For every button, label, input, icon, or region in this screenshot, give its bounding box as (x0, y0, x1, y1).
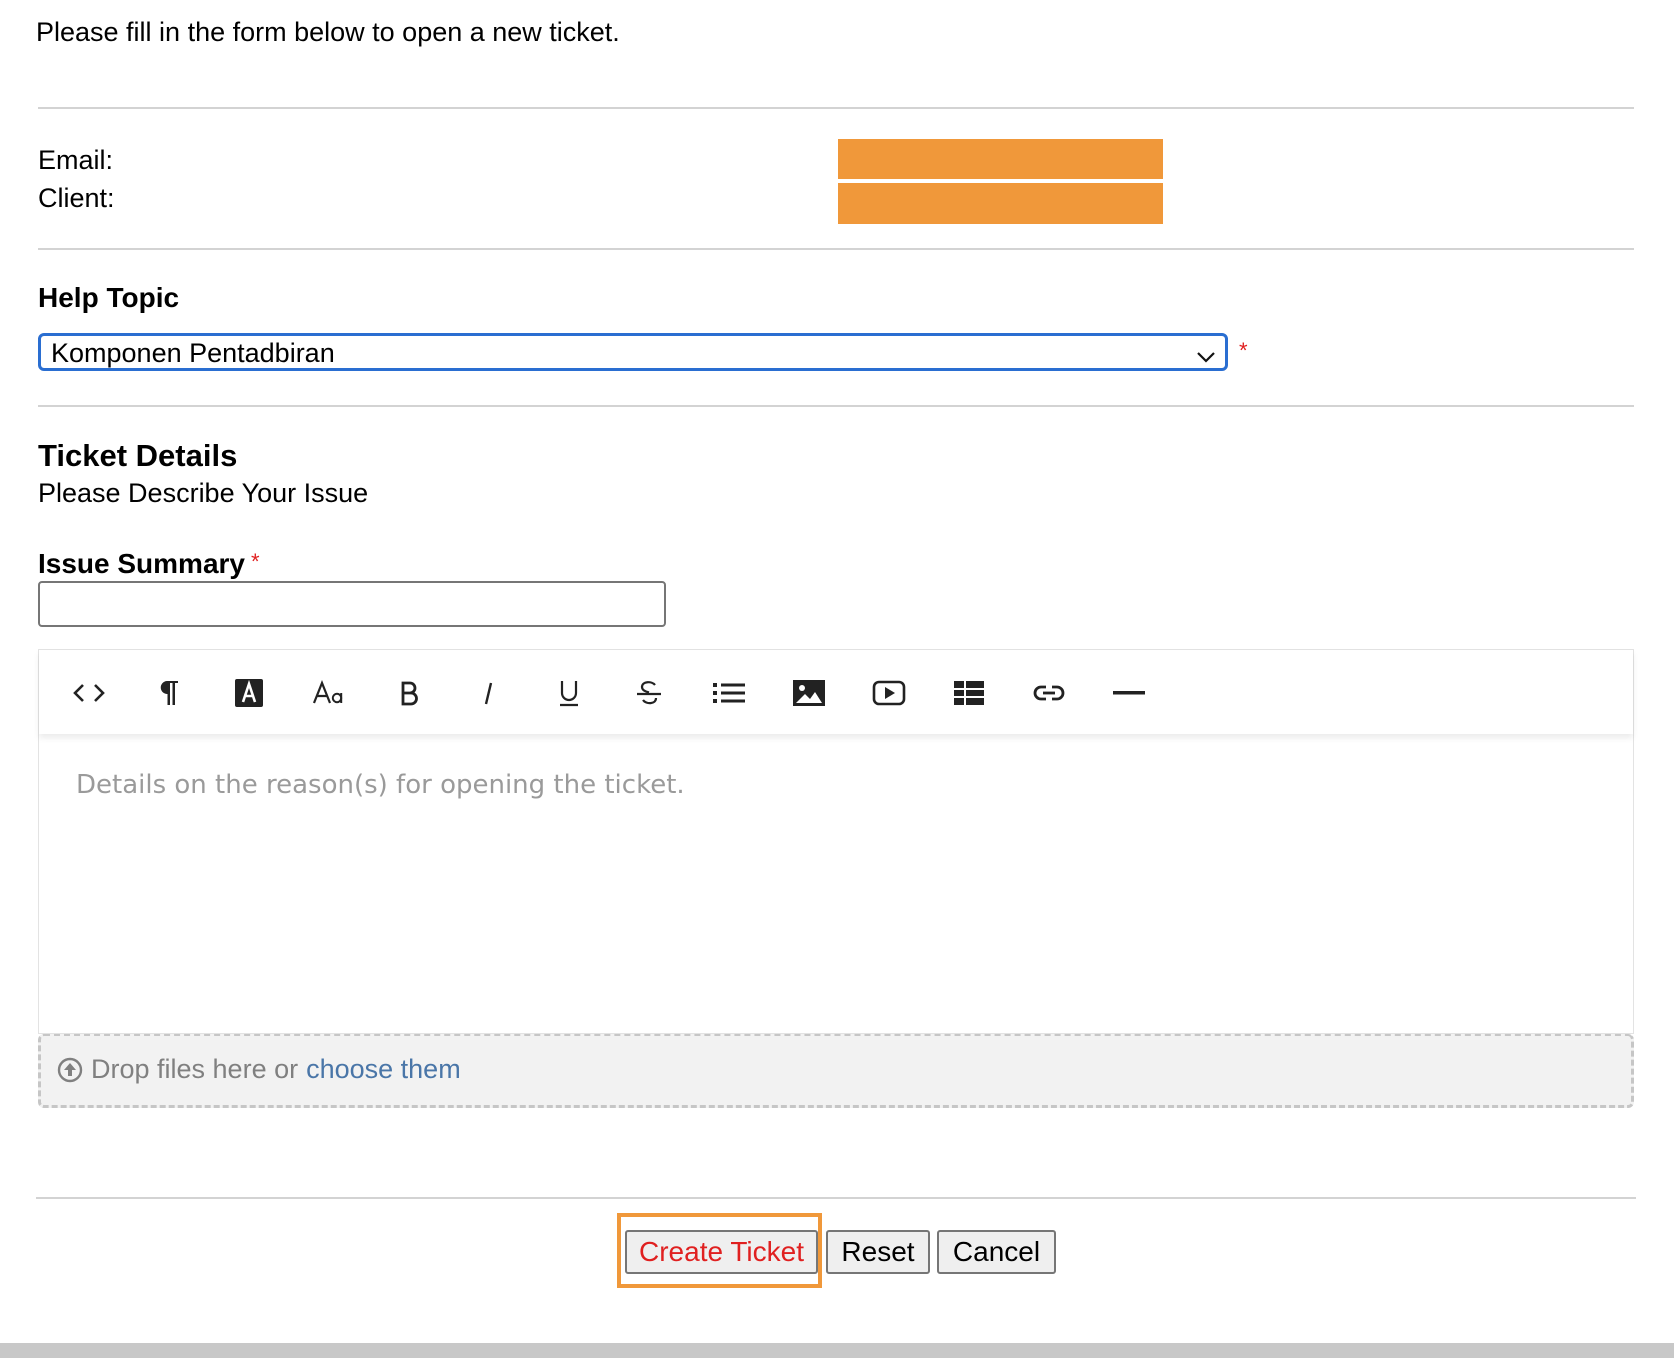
cancel-button[interactable]: Cancel (937, 1230, 1056, 1274)
help-topic-select[interactable]: Komponen Pentadbiran (38, 333, 1228, 371)
intro-text: Please fill in the form below to open a … (36, 17, 620, 47)
rich-text-editor[interactable]: Details on the reason(s) for opening the… (38, 649, 1634, 1034)
email-value-redacted (838, 139, 1163, 179)
html-code-icon[interactable] (69, 674, 109, 712)
file-dropzone[interactable]: Drop files here or choose them (38, 1034, 1634, 1108)
bold-icon[interactable] (389, 674, 429, 712)
divider (38, 248, 1634, 250)
horizontal-rule-icon[interactable] (1109, 674, 1149, 712)
help-topic-selected-value: Komponen Pentadbiran (51, 338, 335, 368)
ticket-details-subtitle: Please Describe Your Issue (38, 478, 369, 508)
video-icon[interactable] (869, 674, 909, 712)
create-ticket-button[interactable]: Create Ticket (625, 1230, 818, 1274)
bullet-list-icon[interactable] (709, 674, 749, 712)
editor-placeholder: Details on the reason(s) for opening the… (76, 770, 685, 800)
text-color-icon[interactable] (229, 674, 269, 712)
upload-icon (57, 1057, 83, 1083)
help-topic-title: Help Topic (38, 282, 180, 313)
table-icon[interactable] (949, 674, 989, 712)
issue-summary-label: Issue Summary (38, 548, 245, 579)
link-icon[interactable] (1029, 674, 1069, 712)
font-size-icon[interactable] (309, 674, 349, 712)
italic-icon[interactable] (469, 674, 509, 712)
client-value-redacted (838, 183, 1163, 224)
divider (38, 405, 1634, 407)
window-bottom-edge (0, 1343, 1674, 1358)
help-topic-required-mark: * (1239, 338, 1248, 363)
strikethrough-icon[interactable] (629, 674, 669, 712)
dropzone-text: Drop files here or (91, 1054, 299, 1084)
email-label: Email: (38, 145, 114, 175)
editor-toolbar (39, 650, 1633, 734)
issue-summary-required-mark: * (251, 549, 260, 574)
divider (38, 107, 1634, 109)
ticket-details-title: Ticket Details (38, 438, 238, 473)
issue-summary-input[interactable] (38, 581, 666, 627)
client-label: Client: (38, 183, 115, 213)
image-icon[interactable] (789, 674, 829, 712)
choose-files-link[interactable]: choose them (306, 1054, 461, 1085)
reset-button[interactable]: Reset (826, 1230, 930, 1274)
chevron-down-icon (1195, 342, 1217, 363)
paragraph-icon[interactable] (149, 674, 189, 712)
divider (36, 1197, 1636, 1199)
underline-icon[interactable] (549, 674, 589, 712)
